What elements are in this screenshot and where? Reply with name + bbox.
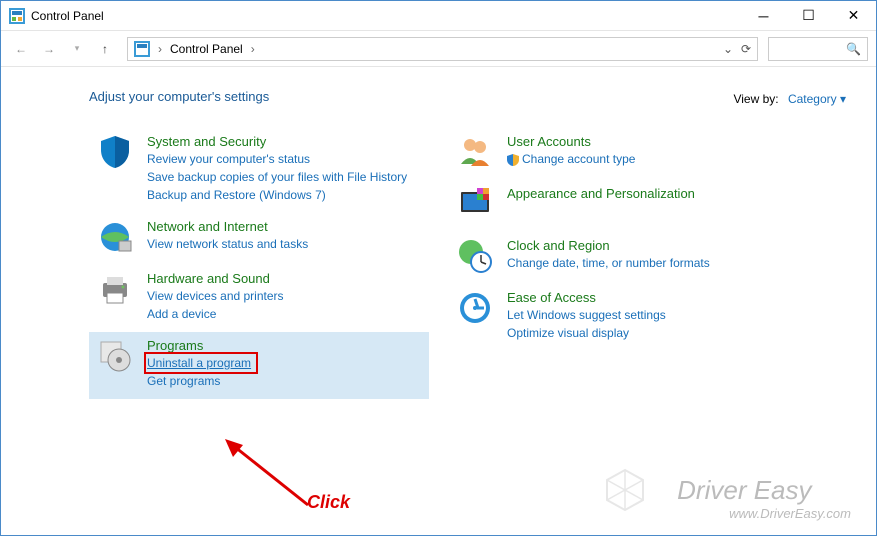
category-ease-of-access[interactable]: Ease of Access Let Windows suggest setti…: [449, 284, 789, 351]
content-area: Adjust your computer's settings View by:…: [1, 67, 876, 535]
control-panel-icon: [9, 8, 25, 24]
category-link[interactable]: Change account type: [507, 151, 635, 167]
category-title[interactable]: Hardware and Sound: [147, 271, 284, 286]
annotation-label: Click: [307, 492, 350, 513]
category-link[interactable]: Add a device: [147, 306, 284, 322]
search-icon: 🔍: [846, 42, 861, 56]
window-title: Control Panel: [31, 9, 741, 23]
uninstall-program-link[interactable]: Uninstall a program: [147, 355, 255, 371]
category-title[interactable]: User Accounts: [507, 134, 635, 149]
category-appearance[interactable]: Appearance and Personalization: [449, 180, 789, 232]
category-link[interactable]: Save backup copies of your files with Fi…: [147, 169, 407, 185]
category-title[interactable]: Appearance and Personalization: [507, 186, 695, 201]
monitor-icon: [457, 186, 493, 222]
window-controls: ─ ☐ ✕: [741, 1, 876, 30]
maximize-button[interactable]: ☐: [786, 1, 831, 30]
forward-button[interactable]: →: [37, 37, 61, 61]
up-button[interactable]: ↑: [93, 37, 117, 61]
control-panel-window: Control Panel ─ ☐ ✕ ← → ▾ ↑ › Control Pa…: [0, 0, 877, 536]
breadcrumb-sep: ›: [154, 42, 166, 56]
search-input[interactable]: 🔍: [768, 37, 868, 61]
category-link[interactable]: Optimize visual display: [507, 325, 666, 341]
category-programs[interactable]: Programs Uninstall a program Get program…: [89, 332, 429, 399]
users-icon: [457, 134, 493, 170]
category-clock-region[interactable]: Clock and Region Change date, time, or n…: [449, 232, 789, 284]
recent-dropdown[interactable]: ▾: [65, 37, 89, 61]
watermark-title: Driver Easy: [677, 475, 851, 506]
category-link[interactable]: Review your computer's status: [147, 151, 407, 167]
back-button[interactable]: ←: [9, 37, 33, 61]
view-by-selector[interactable]: View by: Category ▾: [733, 92, 846, 106]
category-link[interactable]: Backup and Restore (Windows 7): [147, 187, 407, 203]
category-user-accounts[interactable]: User Accounts Change account type: [449, 128, 789, 180]
left-column: System and Security Review your computer…: [89, 128, 429, 399]
breadcrumb-sep: ›: [247, 42, 259, 56]
watermark-icon: [603, 468, 648, 513]
address-dropdown[interactable]: ⌄: [719, 42, 737, 56]
category-title[interactable]: Network and Internet: [147, 219, 308, 234]
category-title[interactable]: Ease of Access: [507, 290, 666, 305]
programs-icon: [97, 338, 133, 374]
category-link[interactable]: View devices and printers: [147, 288, 284, 304]
globe-icon: [97, 219, 133, 255]
viewby-value[interactable]: Category ▾: [788, 92, 846, 106]
titlebar: Control Panel ─ ☐ ✕: [1, 1, 876, 31]
category-system-security[interactable]: System and Security Review your computer…: [89, 128, 429, 213]
minimize-button[interactable]: ─: [741, 1, 786, 30]
category-hardware-sound[interactable]: Hardware and Sound View devices and prin…: [89, 265, 429, 332]
shield-icon: [97, 134, 133, 170]
category-network-internet[interactable]: Network and Internet View network status…: [89, 213, 429, 265]
printer-icon: [97, 271, 133, 307]
category-link[interactable]: Let Windows suggest settings: [507, 307, 666, 323]
refresh-button[interactable]: ⟳: [737, 42, 755, 56]
watermark-url: www.DriverEasy.com: [729, 506, 851, 521]
category-title[interactable]: Clock and Region: [507, 238, 710, 253]
category-link[interactable]: View network status and tasks: [147, 236, 308, 252]
viewby-label: View by:: [733, 92, 778, 106]
address-bar[interactable]: › Control Panel › ⌄ ⟳: [127, 37, 758, 61]
clock-globe-icon: [457, 238, 493, 274]
category-title[interactable]: Programs: [147, 338, 255, 353]
category-link[interactable]: Change date, time, or number formats: [507, 255, 710, 271]
navigation-row: ← → ▾ ↑ › Control Panel › ⌄ ⟳ 🔍: [1, 31, 876, 67]
ease-access-icon: [457, 290, 493, 326]
category-title[interactable]: System and Security: [147, 134, 407, 149]
watermark: Driver Easy www.DriverEasy.com: [677, 475, 851, 521]
right-column: User Accounts Change account type Appear…: [449, 128, 789, 399]
breadcrumb-root[interactable]: Control Panel: [166, 42, 247, 56]
breadcrumb-icon: [134, 41, 150, 57]
close-button[interactable]: ✕: [831, 1, 876, 30]
uac-shield-icon: [507, 154, 519, 166]
category-link[interactable]: Get programs: [147, 373, 255, 389]
